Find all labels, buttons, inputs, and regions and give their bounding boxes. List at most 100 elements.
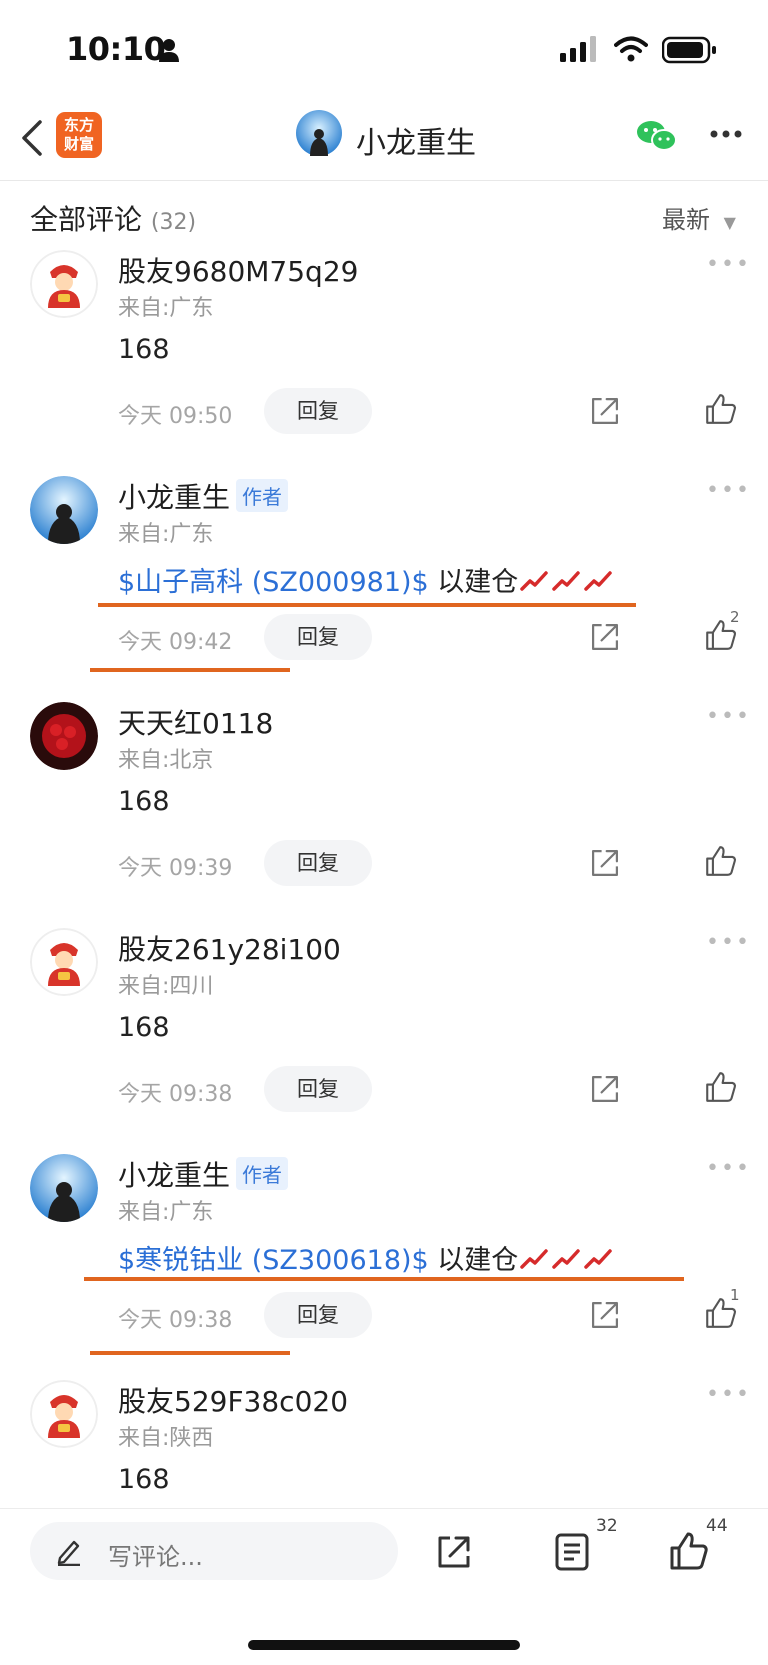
page-title: 小龙重生	[356, 126, 476, 161]
comment-location: 来自:陕西	[118, 1426, 214, 1451]
comment-more-icon[interactable]: •••	[706, 930, 751, 955]
comment-avatar[interactable]	[30, 476, 98, 544]
highlight-underline	[90, 668, 290, 672]
comment-location: 来自:四川	[118, 974, 214, 999]
comment-item: 股友261y28i100 ••• 来自:四川 168 今天 09:38 回复	[0, 928, 768, 1148]
like-icon[interactable]	[704, 844, 738, 882]
comment-content: 168	[118, 786, 170, 817]
comment-content: $山子高科 (SZ000981)$ 以建仓	[118, 560, 613, 600]
comment-avatar[interactable]	[30, 928, 98, 996]
share-icon[interactable]	[588, 846, 622, 884]
comment-avatar[interactable]	[30, 1380, 98, 1448]
comment-location: 来自:广东	[118, 522, 214, 547]
comment-user[interactable]: 小龙重生 作者	[118, 476, 289, 516]
comment-like-count: 1	[730, 1286, 740, 1304]
comment-item: 天天红0118 ••• 来自:北京 168 今天 09:39 回复	[0, 702, 768, 922]
comment-content: 168	[118, 1464, 170, 1495]
reply-button[interactable]: 回复	[264, 1066, 372, 1112]
comment-time: 今天 09:38	[118, 1308, 233, 1333]
share-icon[interactable]	[588, 620, 622, 658]
comment-time: 今天 09:42	[118, 630, 233, 655]
comment-time: 今天 09:38	[118, 1082, 233, 1107]
comment-username: 天天红0118	[118, 707, 274, 740]
comment-user[interactable]: 小龙重生 作者	[118, 1154, 289, 1194]
comment-more-icon[interactable]: •••	[706, 252, 751, 277]
comment-count: 32	[596, 1516, 618, 1536]
comment-content: 168	[118, 334, 170, 365]
stock-link[interactable]: $山子高科 (SZ000981)$	[118, 567, 429, 598]
write-comment-placeholder: 写评论...	[108, 1543, 203, 1571]
like-icon[interactable]	[704, 1070, 738, 1108]
logo-text-line2: 财富	[63, 135, 94, 153]
comment-content: $寒锐钴业 (SZ300618)$ 以建仓	[118, 1238, 613, 1278]
share-icon[interactable]	[588, 1072, 622, 1110]
trend-emoji-icon	[520, 1247, 613, 1278]
nav-divider	[0, 180, 768, 181]
comment-item: 小龙重生 作者 ••• 来自:广东 $寒锐钴业 (SZ300618)$ 以建仓今天 09…	[0, 1154, 768, 1374]
comment-more-icon[interactable]: •••	[706, 1382, 751, 1407]
sort-label: 最新	[662, 206, 710, 234]
reply-button[interactable]: 回复	[264, 840, 372, 886]
highlight-underline	[84, 1277, 684, 1281]
comments-header: 全部评论 (32)	[30, 198, 196, 238]
wifi-icon	[614, 36, 648, 62]
back-icon[interactable]	[18, 118, 44, 158]
comment-username: 股友529F38c020	[118, 1385, 349, 1418]
logo-text-line1: 东方	[63, 116, 94, 134]
comment-username: 股友9680M75q29	[118, 255, 359, 288]
comment-avatar[interactable]	[30, 702, 98, 770]
reply-button[interactable]: 回复	[264, 388, 372, 434]
comment-username: 小龙重生	[118, 1159, 231, 1192]
comment-avatar[interactable]	[30, 250, 98, 318]
stock-link[interactable]: $寒锐钴业 (SZ300618)$	[118, 1245, 429, 1276]
reply-button[interactable]: 回复	[264, 1292, 372, 1338]
trend-emoji-icon	[520, 569, 613, 600]
user-avatar-nav[interactable]	[296, 110, 342, 156]
like-icon[interactable]	[668, 1530, 710, 1572]
comment-item: 小龙重生 作者 ••• 来自:广东 $山子高科 (SZ000981)$ 以建仓今天 09…	[0, 476, 768, 696]
battery-icon	[662, 36, 716, 64]
share-icon[interactable]	[588, 394, 622, 432]
person-icon	[159, 39, 179, 62]
comments-list-icon[interactable]	[554, 1532, 590, 1572]
comment-text: 以建仓	[428, 567, 519, 598]
comment-more-icon[interactable]: •••	[706, 704, 751, 729]
comment-avatar[interactable]	[30, 1154, 98, 1222]
status-time: 10:10	[66, 30, 166, 68]
comment-user[interactable]: 股友529F38c020	[118, 1380, 348, 1420]
like-count: 44	[706, 1516, 728, 1536]
author-badge: 作者	[236, 1157, 289, 1190]
comment-location: 来自:广东	[118, 296, 214, 321]
comment-user[interactable]: 股友9680M75q29	[118, 250, 358, 290]
share-icon[interactable]	[434, 1532, 474, 1572]
comment-user[interactable]: 股友261y28i100	[118, 928, 341, 968]
comment-item: 股友9680M75q29 ••• 来自:广东 168 今天 09:50 回复	[0, 250, 768, 470]
comment-username: 股友261y28i100	[118, 933, 341, 966]
wechat-icon[interactable]	[636, 118, 678, 154]
share-icon[interactable]	[588, 1298, 622, 1336]
comment-more-icon[interactable]: •••	[706, 478, 751, 503]
highlight-underline	[98, 603, 636, 607]
comment-text: 以建仓	[428, 1245, 519, 1276]
like-icon[interactable]	[704, 392, 738, 430]
reply-button[interactable]: 回复	[264, 614, 372, 660]
comment-location: 来自:北京	[118, 748, 214, 773]
highlight-underline	[90, 1351, 290, 1355]
comment-content: 168	[118, 1012, 170, 1043]
comments-header-label: 全部评论	[30, 203, 143, 236]
comment-user[interactable]: 天天红0118	[118, 702, 273, 742]
comment-like-count: 2	[730, 608, 740, 626]
cellular-signal-icon	[560, 36, 596, 62]
comment-location: 来自:广东	[118, 1200, 214, 1225]
comment-more-icon[interactable]: •••	[706, 1156, 751, 1181]
more-icon[interactable]	[710, 128, 742, 140]
comment-username: 小龙重生	[118, 481, 231, 514]
comments-count: (32)	[150, 210, 197, 235]
write-comment-input[interactable]	[30, 1522, 398, 1580]
pencil-icon	[57, 1540, 80, 1566]
caret-down-icon: ▼	[723, 213, 736, 232]
sort-dropdown[interactable]: 最新 ▼	[662, 200, 736, 235]
home-indicator	[248, 1640, 520, 1650]
comment-time: 今天 09:39	[118, 856, 233, 881]
eastmoney-logo[interactable]: 东方 财富	[56, 112, 102, 158]
